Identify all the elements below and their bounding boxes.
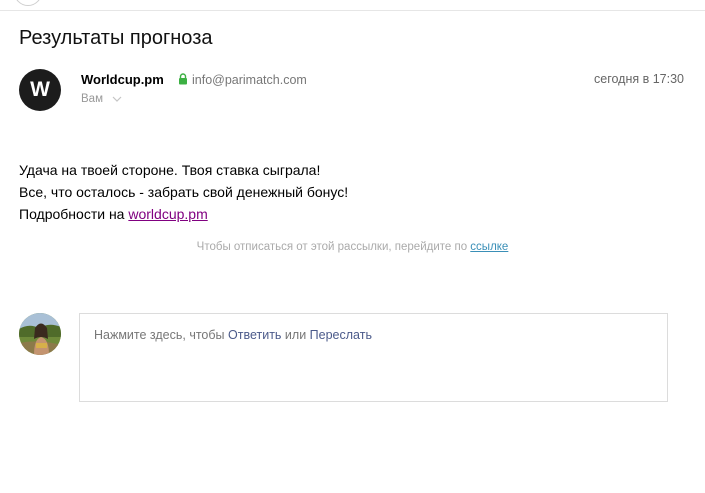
sender-name[interactable]: Worldcup.pm (81, 72, 164, 87)
reply-prompt-prefix: Нажмите здесь, чтобы (94, 328, 229, 342)
body-line-1: Удача на твоей стороне. Твоя ставка сыгр… (19, 162, 321, 178)
user-avatar[interactable] (19, 313, 61, 355)
reply-or-text: или (281, 328, 310, 342)
reply-action[interactable]: Ответить (228, 328, 281, 342)
unsubscribe-notice: Чтобы отписаться от этой рассылки, перей… (0, 241, 705, 253)
body-line-3-prefix: Подробности на (19, 206, 129, 222)
mail-date: сегодня в 17:30 (594, 72, 684, 86)
unsubscribe-link[interactable]: ссылке (470, 241, 508, 253)
worldcup-link[interactable]: worldcup.pm (128, 206, 207, 222)
unsubscribe-text: Чтобы отписаться от этой рассылки, перей… (196, 241, 471, 253)
reply-prompt: Нажмите здесь, чтобы Ответить или Пересл… (94, 328, 372, 342)
mail-body: Удача на твоей стороне. Твоя ставка сыгр… (19, 159, 348, 225)
mail-subject: Результаты прогноза (19, 27, 213, 49)
toolbar-round-button[interactable] (14, 0, 42, 6)
body-line-3: Подробности на worldcup.pm (19, 203, 348, 225)
body-line-2: Все, что осталось - забрать свой денежны… (19, 184, 349, 200)
chevron-down-icon[interactable] (110, 94, 124, 104)
lock-icon (179, 73, 187, 85)
mail-view: Результаты прогноза W Worldcup.pm info@p… (0, 0, 705, 493)
quick-reply-box[interactable]: Нажмите здесь, чтобы Ответить или Пересл… (79, 313, 668, 402)
sender-avatar[interactable]: W (19, 69, 61, 111)
sender-email[interactable]: info@parimatch.com (192, 73, 307, 87)
user-photo (19, 313, 61, 355)
toolbar-strip (0, 0, 705, 11)
recipient-label[interactable]: Вам (81, 93, 103, 105)
forward-action[interactable]: Переслать (310, 328, 372, 342)
